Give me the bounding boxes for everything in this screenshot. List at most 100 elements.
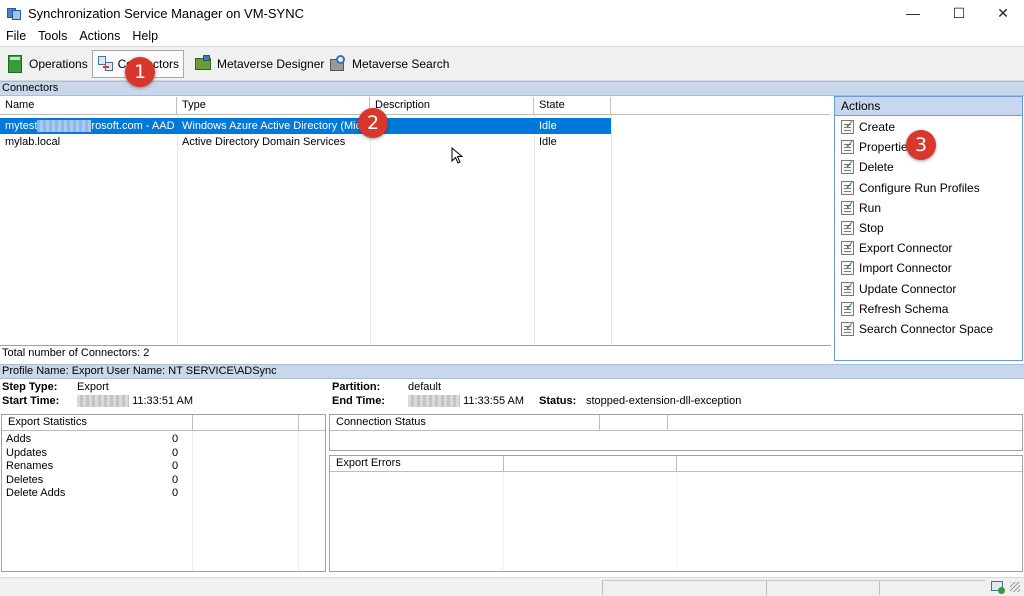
action-label: Update Connector	[859, 281, 957, 296]
column-header-state[interactable]: State	[534, 97, 611, 115]
action-label: Export Connector	[859, 241, 953, 256]
action-delete[interactable]: Delete	[835, 157, 1022, 177]
connection-status-header: Connection Status	[330, 415, 1022, 431]
row-name-suffix: rosoft.com - AAD	[91, 120, 175, 132]
action-icon	[841, 280, 854, 296]
action-label: Stop	[859, 221, 884, 236]
operations-button[interactable]: Operations	[2, 50, 92, 78]
action-search-connector-space[interactable]: Search Connector Space	[835, 319, 1022, 339]
action-icon	[841, 259, 854, 276]
redacted-text	[37, 120, 92, 133]
status-segment	[766, 580, 879, 595]
action-run[interactable]: Run	[835, 198, 1022, 218]
start-time-value: 11:33:51 AM	[77, 395, 193, 408]
stat-row-delete-adds: Delete Adds 0	[6, 487, 179, 499]
close-button[interactable]: ✕	[980, 0, 1024, 26]
menu-file[interactable]: File	[0, 29, 32, 43]
column-header-description[interactable]: Description	[370, 97, 534, 115]
action-import-connector[interactable]: Import Connector	[835, 258, 1022, 278]
action-icon	[841, 219, 854, 236]
profile-bar: Profile Name: Export User Name: NT SERVI…	[0, 364, 1024, 379]
row-name-cell: mytest rosoft.com - AAD	[0, 118, 177, 134]
connectors-icon	[97, 55, 113, 73]
grid-divider	[611, 115, 612, 345]
metaverse-designer-icon	[194, 55, 212, 73]
connectors-section-bar: Connectors	[0, 81, 1024, 96]
metaverse-designer-label: Metaverse Designer	[217, 57, 325, 71]
menu-bar: File Tools Actions Help	[0, 26, 1024, 46]
partition-value: default	[408, 381, 442, 393]
window-title: Synchronization Service Manager on VM-SY…	[28, 5, 305, 21]
grid-separator	[0, 345, 831, 346]
row-state-cell: Idle	[539, 120, 557, 132]
status-segment	[879, 580, 985, 595]
action-label: Create	[859, 120, 896, 135]
row-type-cell: Windows Azure Active Directory (Micr	[182, 120, 365, 132]
action-label: Configure Run Profiles	[859, 180, 980, 195]
end-time-label: End Time:	[332, 395, 385, 407]
action-refresh-schema[interactable]: Refresh Schema	[835, 299, 1022, 319]
action-update-connector[interactable]: Update Connector	[835, 279, 1022, 299]
action-icon	[841, 179, 854, 195]
action-configure-run-profiles[interactable]: Configure Run Profiles	[835, 178, 1022, 198]
export-statistics-panel: Export Statistics Adds 0 Updates 0 Renames…	[1, 414, 326, 572]
step-type-label: Step Type:	[2, 381, 58, 393]
connectors-grid: Name Type Description State mytest rosoft…	[0, 97, 830, 345]
action-icon	[841, 118, 854, 135]
status-label: Status:	[539, 395, 577, 407]
action-icon	[841, 138, 854, 155]
step-type-value: Export	[77, 381, 109, 393]
menu-actions[interactable]: Actions	[73, 29, 126, 43]
table-row[interactable]: mylab.local Active Directory Domain Serv…	[0, 134, 611, 150]
action-label: Run	[859, 200, 882, 215]
stat-row-adds: Adds 0	[6, 433, 179, 445]
actions-header: Actions	[835, 97, 1022, 116]
resize-grip[interactable]	[1010, 582, 1020, 592]
column-header-name[interactable]: Name	[0, 97, 177, 115]
title-bar: Synchronization Service Manager on VM-SY…	[0, 0, 1024, 26]
connection-status-panel: Connection Status	[329, 414, 1023, 451]
menu-tools[interactable]: Tools	[32, 29, 73, 43]
row-name-prefix: mytest	[5, 120, 38, 132]
callout-3: 3	[906, 130, 936, 160]
callout-1: 1	[125, 57, 155, 87]
stat-row-deletes: Deletes 0	[6, 473, 179, 486]
row-state-cell: Idle	[539, 136, 557, 148]
callout-2: 2	[358, 108, 388, 138]
status-indicator-icon	[990, 579, 1007, 595]
operations-label: Operations	[29, 57, 88, 71]
app-icon	[6, 5, 22, 21]
action-export-connector[interactable]: Export Connector	[835, 238, 1022, 258]
action-label: Delete	[859, 160, 894, 175]
end-time-value: 11:33:55 AM	[408, 395, 524, 408]
action-stop[interactable]: Stop	[835, 218, 1022, 238]
stat-row-renames: Renames 0	[6, 460, 179, 472]
export-errors-panel: Export Errors	[329, 455, 1023, 572]
row-name-cell: mylab.local	[5, 136, 61, 148]
start-time-label: Start Time:	[2, 395, 60, 407]
action-icon	[841, 300, 854, 316]
stat-row-updates: Updates 0	[6, 446, 179, 459]
partition-label: Partition:	[332, 381, 381, 393]
action-label: Refresh Schema	[859, 301, 949, 316]
redacted-text	[408, 395, 460, 408]
export-errors-header: Export Errors	[330, 456, 1022, 472]
minimize-button[interactable]: —	[890, 0, 936, 26]
column-header-filler	[611, 97, 830, 115]
action-icon	[841, 320, 854, 336]
metaverse-search-icon	[329, 55, 347, 73]
metaverse-designer-button[interactable]: Metaverse Designer	[190, 50, 328, 78]
operations-icon	[6, 55, 24, 73]
maximize-button[interactable]: ☐	[936, 0, 982, 26]
table-row[interactable]: mytest rosoft.com - AAD Windows Azure Act…	[0, 118, 611, 134]
row-type-cell: Active Directory Domain Services	[182, 136, 346, 148]
metaverse-search-button[interactable]: Metaverse Search	[325, 50, 453, 78]
redacted-text	[77, 395, 129, 408]
status-bar	[0, 577, 1024, 596]
action-icon	[841, 239, 854, 256]
status-segment	[602, 580, 766, 595]
menu-help[interactable]: Help	[126, 29, 164, 43]
column-header-type[interactable]: Type	[177, 97, 370, 115]
action-label: Search Connector Space	[859, 321, 994, 336]
action-icon	[841, 199, 854, 215]
